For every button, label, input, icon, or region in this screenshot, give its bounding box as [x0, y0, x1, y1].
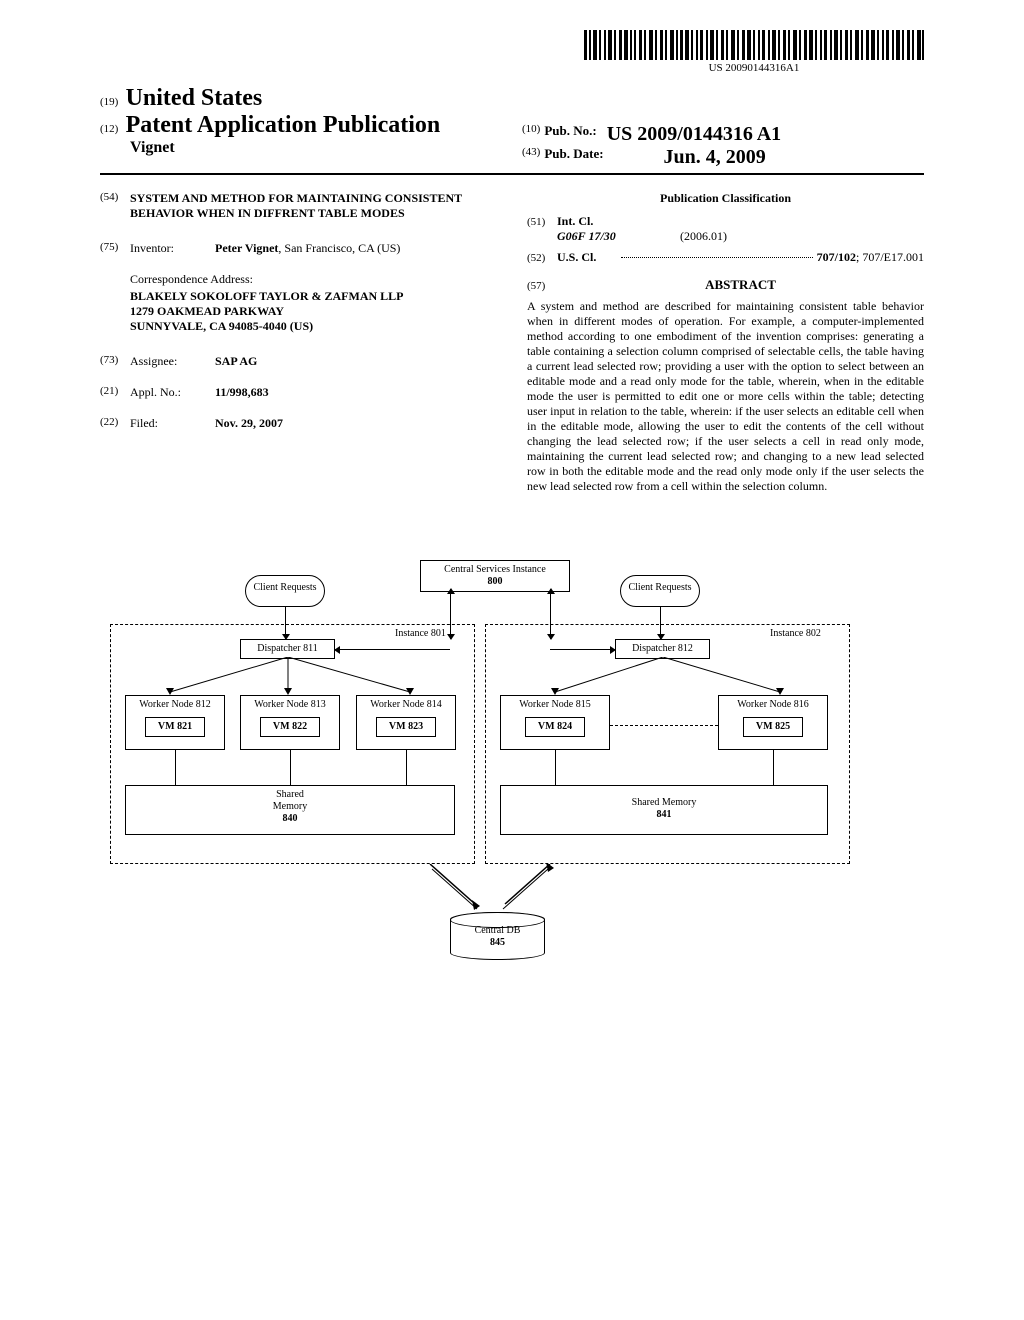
classification-title: Publication Classification: [527, 191, 924, 206]
correspondence-block: Correspondence Address: BLAKELY SOKOLOFF…: [130, 272, 497, 334]
shared-memory-840: Shared Memory 840: [125, 785, 455, 835]
intcl-class: G06F 17/30: [557, 229, 677, 244]
instance-801-label: Instance 801: [395, 628, 446, 639]
client-requests-left: Client Requests: [245, 575, 325, 607]
central-db: Central DB 845: [450, 912, 545, 960]
vm-825: VM 825: [743, 717, 803, 737]
filed-label: Filed:: [130, 416, 215, 431]
country-name: United States: [126, 85, 263, 111]
doc-type: Patent Application Publication: [126, 112, 441, 138]
vm-823: VM 823: [376, 717, 436, 737]
barcode-area: US 20090144316A1: [584, 30, 924, 74]
doc-type-line: (12) Patent Application Publication: [100, 112, 502, 139]
patent-title: SYSTEM AND METHOD FOR MAINTAINING CONSIS…: [130, 191, 497, 221]
diagram: Central Services Instance 800 Client Req…: [100, 560, 924, 980]
right-column: Publication Classification (51) Int. Cl.…: [527, 191, 924, 494]
inventor-label: Inventor:: [130, 241, 215, 256]
intcl-label: Int. Cl.: [557, 214, 617, 229]
uscl-value-bold: 707/102: [817, 250, 856, 265]
worker-node-816: Worker Node 816 VM 825: [718, 695, 828, 750]
uscl-value-rest: ; 707/E17.001: [856, 250, 924, 265]
pub-date-line: (43) Pub. Date: Jun. 4, 2009: [522, 146, 924, 169]
worker-node-812: Worker Node 812 VM 821: [125, 695, 225, 750]
abstract-title: ABSTRACT: [557, 277, 924, 293]
vm-821: VM 821: [145, 717, 205, 737]
shared-memory-841: Shared Memory 841: [500, 785, 828, 835]
pub-date-value: Jun. 4, 2009: [664, 146, 766, 169]
worker-node-814: Worker Node 814 VM 823: [356, 695, 456, 750]
dispatcher-811: Dispatcher 811: [240, 639, 335, 659]
assignee-value: SAP AG: [215, 354, 497, 369]
applno-code: (21): [100, 385, 130, 400]
worker-node-815: Worker Node 815 VM 824: [500, 695, 610, 750]
uscl-label: U.S. Cl.: [557, 250, 617, 265]
filed-value: Nov. 29, 2007: [215, 416, 497, 431]
pub-no-value: US 2009/0144316 A1: [607, 123, 781, 146]
author-name: Vignet: [130, 139, 175, 157]
applno-label: Appl. No.:: [130, 385, 215, 400]
dispatcher-812: Dispatcher 812: [615, 639, 710, 659]
abstract-text: A system and method are described for ma…: [527, 299, 924, 494]
vm-822: VM 822: [260, 717, 320, 737]
barcode-text: US 20090144316A1: [584, 62, 924, 74]
filed-code: (22): [100, 416, 130, 431]
pub-no-line: (10) Pub. No.: US 2009/0144316 A1: [522, 123, 924, 146]
country-line: (19) United States: [100, 85, 502, 112]
intcl-date: (2006.01): [680, 229, 727, 243]
assignee-label: Assignee:: [130, 354, 215, 369]
inventor-code: (75): [100, 241, 130, 256]
left-column: (54) SYSTEM AND METHOD FOR MAINTAINING C…: [100, 191, 497, 494]
instance-802-label: Instance 802: [770, 628, 821, 639]
applno-value: 11/998,683: [215, 385, 497, 400]
assignee-code: (73): [100, 354, 130, 369]
worker-node-813: Worker Node 813 VM 822: [240, 695, 340, 750]
title-code: (54): [100, 191, 130, 221]
client-requests-right: Client Requests: [620, 575, 700, 607]
vm-824: VM 824: [525, 717, 585, 737]
inventor-value: Peter Vignet, San Francisco, CA (US): [215, 241, 497, 256]
